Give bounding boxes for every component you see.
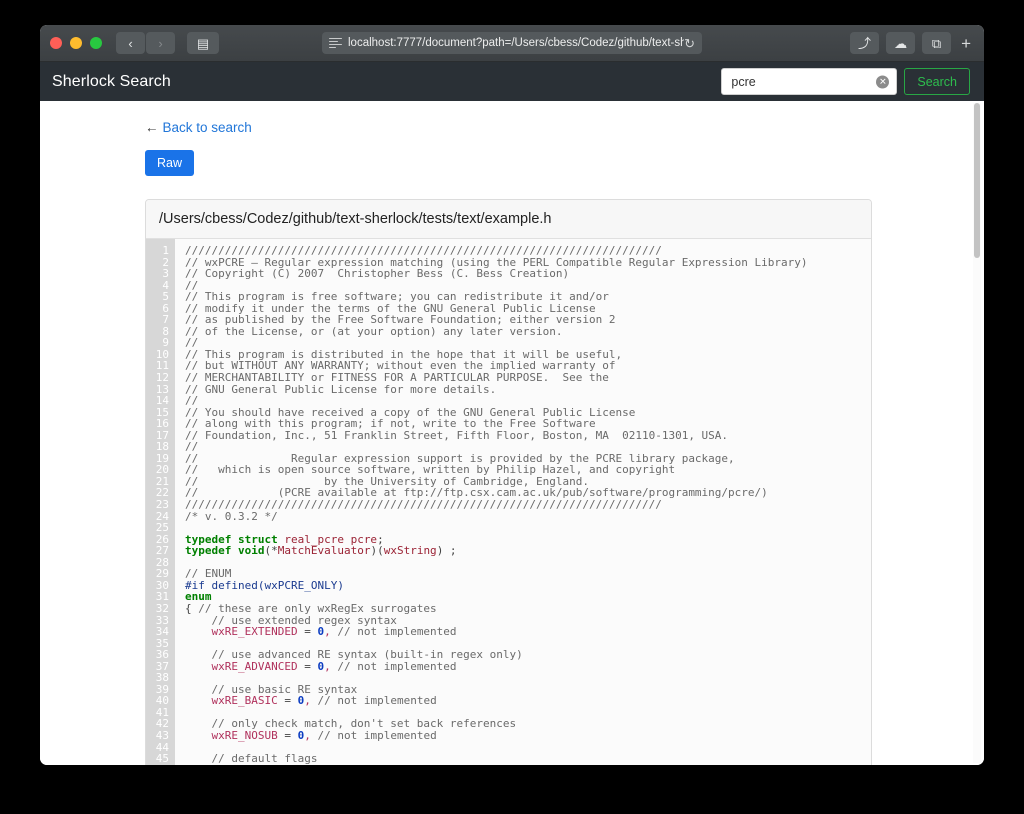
search-input[interactable] (731, 74, 873, 89)
address-bar-url: localhost:7777/document?path=/Users/cbes… (348, 37, 685, 49)
share-icon[interactable]: ⤴ (850, 32, 880, 54)
back-to-search-label: Back to search (162, 120, 252, 135)
code-line: typedef void(*MatchEvaluator)(wxString) … (185, 545, 871, 557)
code-line: wxRE_BASIC = 0, // not implemented (185, 695, 871, 707)
code-token: // not implemented (317, 728, 437, 742)
reload-icon[interactable]: ↻ (684, 37, 695, 50)
line-number: 32 (155, 601, 169, 615)
navigation-buttons: ‹ › (116, 32, 175, 54)
code-token: (* (264, 544, 278, 558)
code-line: wxRE_NOSUB = 0, // not implemented (185, 730, 871, 742)
code-line: /* v. 0.3.2 */ (185, 509, 871, 523)
line-number: 34 (155, 625, 169, 639)
page-content: ← Back to search Raw /Users/cbess/Codez/g… (40, 101, 984, 765)
line-number: 43 (155, 728, 169, 742)
sidebar-toggle-icon[interactable]: ▤ (187, 32, 219, 54)
code-token: wxRE_DEFAULT (212, 764, 291, 765)
file-path-header: /Users/cbess/Codez/github/text-sherlock/… (146, 200, 871, 239)
search-area: ✕ Search (721, 68, 970, 95)
back-to-search-row: ← Back to search (40, 119, 984, 137)
code-token: = (297, 625, 318, 639)
line-number: 14 (155, 394, 169, 408)
code-token: // Copyright (C) 2007 Christopher Bess (… (185, 267, 570, 281)
page-scrollbar-thumb[interactable] (974, 103, 980, 258)
code-token: = (297, 659, 318, 673)
page-body: ← Back to search Raw /Users/cbess/Codez/g… (40, 101, 984, 765)
code-line: // GNU General Public License for more d… (185, 382, 871, 396)
raw-button[interactable]: Raw (145, 150, 195, 176)
code-line: ////////////////////////////////////////… (185, 499, 871, 511)
code-line: wxRE_ADVANCED = 0, // not implemented (185, 659, 871, 673)
line-number: 36 (155, 648, 169, 662)
code-token: , (324, 659, 331, 673)
new-tab-button[interactable]: + (958, 35, 974, 52)
code-token: , (304, 728, 311, 742)
search-field-wrapper[interactable]: ✕ (721, 68, 898, 95)
line-number-gutter: 1 2 3 4 5 6 7 8 9 10 11 12 13 14 15 16 17 18 19 20 21 22 23 24 2… (146, 239, 175, 765)
line-number: 5 (162, 290, 169, 304)
browser-titlebar: ‹ › ▤ localhost:7777/document?path=/User… (40, 25, 984, 62)
code-token: wxRE_BASIC (211, 694, 278, 708)
line-number: 3 (162, 267, 169, 281)
back-to-search-link[interactable]: ← Back to search (145, 120, 252, 135)
file-viewer-card: /Users/cbess/Codez/github/text-sherlock/… (145, 199, 872, 765)
line-number: 25 (155, 521, 169, 535)
code-token: = (277, 728, 298, 742)
line-number: 45 (155, 752, 169, 765)
code-token: = (291, 764, 311, 765)
source-code[interactable]: ////////////////////////////////////////… (175, 239, 871, 765)
code-token: // not implemented (337, 625, 457, 639)
app-brand-title: Sherlock Search (52, 72, 171, 90)
code-token: wxRE_EXTENDED, (311, 764, 404, 765)
code-token: ) ; (436, 544, 457, 558)
code-line: // Copyright (C) 2007 Christopher Bess (… (185, 268, 871, 280)
reader-view-icon[interactable] (329, 37, 342, 49)
page-scrollbar[interactable] (973, 103, 981, 763)
code-token: /* v. 0.3.2 */ (185, 509, 278, 523)
code-line: wxRE_EXTENDED = 0, // not implemented (185, 626, 871, 638)
code-token: typedef void (185, 544, 265, 558)
zoom-window-button[interactable] (90, 37, 102, 49)
code-line: // of the License, or (at your option) a… (185, 326, 871, 338)
code-token: )( (370, 544, 384, 558)
code-token: // not implemented (337, 659, 457, 673)
icloud-icon[interactable]: ☁ (886, 32, 916, 54)
code-token: wxRE_NOSUB (211, 728, 278, 742)
code-line: // Foundation, Inc., 51 Franklin Street,… (185, 428, 871, 442)
raw-button-row: Raw (40, 150, 984, 176)
show-tabs-icon[interactable]: ⧉ (922, 32, 952, 54)
code-token: // GNU General Public License for more d… (185, 382, 497, 396)
close-window-button[interactable] (50, 37, 62, 49)
code-token: wxRE_EXTENDED (211, 625, 298, 639)
code-token: wxRE_ADVANCED (211, 659, 298, 673)
back-button[interactable]: ‹ (116, 32, 145, 54)
line-number: 23 (155, 498, 169, 512)
app-navbar: Sherlock Search ✕ Search (40, 62, 984, 101)
minimize-window-button[interactable] (70, 37, 82, 49)
code-token: = (277, 694, 298, 708)
browser-window: ‹ › ▤ localhost:7777/document?path=/User… (40, 25, 984, 765)
code-token: // not implemented (317, 694, 437, 708)
code-viewer: 1 2 3 4 5 6 7 8 9 10 11 12 13 14 15 16 17 18 19 20 21 22 23 24 2… (146, 239, 871, 765)
forward-button[interactable]: › (146, 32, 175, 54)
traffic-lights (50, 37, 102, 49)
code-token: // of the License, or (at your option) a… (185, 324, 563, 338)
search-button[interactable]: Search (904, 68, 970, 95)
left-arrow-icon: ← (145, 120, 159, 135)
code-token: , (324, 625, 331, 639)
code-line: #if defined(wxPCRE_ONLY) (185, 580, 871, 592)
line-number: 1 (162, 244, 169, 257)
line-number: 12 (155, 371, 169, 385)
code-token: wxString (383, 544, 437, 558)
titlebar-right-actions: ⤴ ☁ ⧉ + (850, 32, 974, 54)
clear-search-icon[interactable]: ✕ (876, 75, 890, 88)
address-bar[interactable]: localhost:7777/document?path=/Users/cbes… (322, 32, 702, 54)
code-token: MatchEvaluator (277, 544, 371, 558)
code-token: , (304, 694, 311, 708)
code-token: // Foundation, Inc., 51 Franklin Street,… (185, 428, 729, 442)
